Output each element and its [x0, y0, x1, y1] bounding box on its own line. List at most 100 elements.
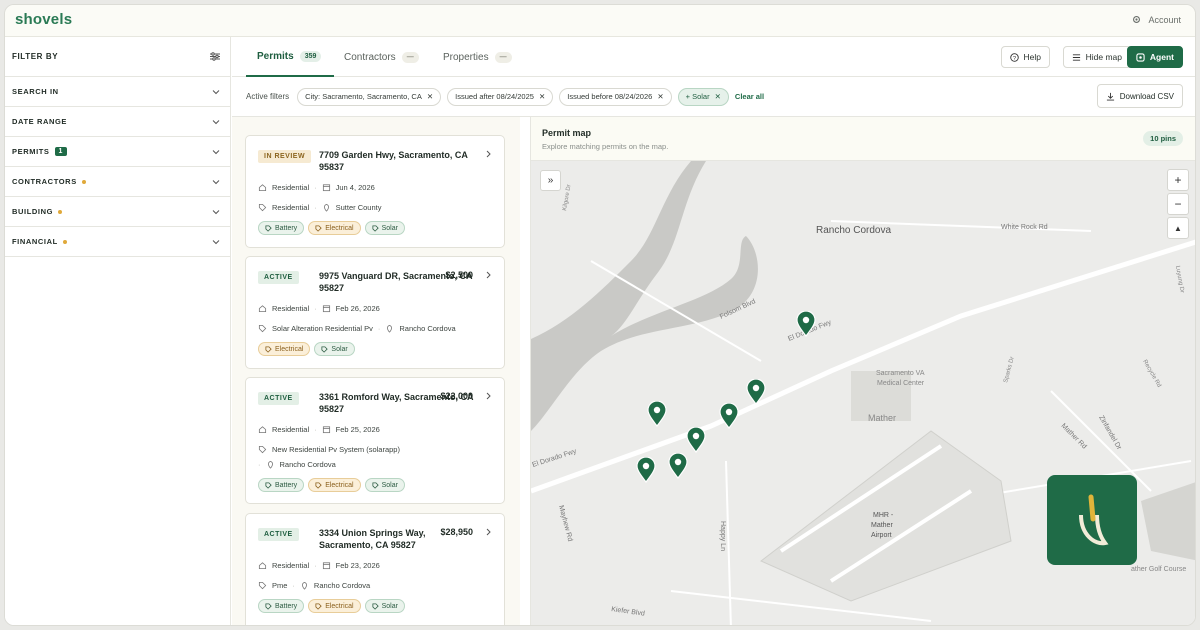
sidebar-item-text: FINANCIAL: [12, 237, 58, 246]
permit-card[interactable]: ACTIVE 9975 Vanguard DR, Sacramento, CA 9…: [245, 256, 505, 369]
map-subtitle: Explore matching permits on the map.: [542, 142, 669, 151]
tab-count: —: [401, 51, 419, 63]
close-icon[interactable]: ✕: [427, 92, 433, 101]
map-pin[interactable]: [647, 400, 667, 428]
account-label: Account: [1148, 14, 1181, 25]
help-button[interactable]: ? Help: [1000, 46, 1050, 68]
map-pin[interactable]: [746, 378, 766, 406]
map-label-mather-rd: Mather Rd: [1060, 422, 1088, 450]
shovels-logo-badge: [1047, 475, 1137, 565]
permit-date: Jun 4, 2026: [335, 183, 375, 192]
separator: ·: [314, 561, 317, 570]
permit-description: New Residential Pv System (solarapp): [272, 445, 400, 454]
map-label-va-2: Medical Center: [877, 380, 925, 387]
tag-electrical[interactable]: Electrical: [258, 342, 311, 356]
chevron-down-icon[interactable]: [212, 148, 220, 156]
sidebar-item-financial[interactable]: FINANCIAL: [5, 227, 230, 257]
chip-label: City: Sacramento, Sacramento, CA: [305, 92, 422, 101]
chevron-down-icon[interactable]: [212, 178, 220, 186]
shovels-logo[interactable]: shovels: [15, 11, 72, 28]
map-label-mayhew: Mayhew Rd: [557, 505, 573, 543]
download-csv-button[interactable]: Download CSV: [1096, 84, 1183, 108]
chevron-right-icon[interactable]: [485, 150, 492, 158]
tag-label: Electrical: [325, 481, 354, 489]
filter-sidebar: FILTER BY SEARCH IN DATE RANGE PERMITS 1 CON…: [5, 37, 231, 625]
tab-label: Contractors: [344, 51, 396, 63]
agent-button[interactable]: Agent: [1126, 46, 1183, 68]
sidebar-item-contractors[interactable]: CONTRACTORS: [5, 167, 230, 197]
map-pin[interactable]: [719, 402, 739, 430]
chevron-right-icon[interactable]: [485, 392, 492, 400]
compass-button[interactable]: ▲: [1167, 217, 1189, 239]
hide-map-button[interactable]: Hide map: [1062, 46, 1131, 68]
chevron-right-icon[interactable]: [485, 528, 492, 536]
location-pin-icon: [301, 581, 307, 590]
app-window: shovels Account FILTER BY SEARCH IN DATE …: [4, 4, 1196, 626]
sidebar-item-date-range[interactable]: DATE RANGE: [5, 107, 230, 137]
tag-icon: [372, 481, 379, 489]
tag-solar[interactable]: Solar: [364, 478, 405, 492]
help-icon: ?: [1009, 52, 1019, 61]
map-pin-icon: [719, 402, 739, 430]
chevron-down-icon[interactable]: [212, 118, 220, 126]
tag-solar[interactable]: Solar: [314, 342, 355, 356]
chevron-right-icon[interactable]: [485, 271, 492, 279]
map-pin[interactable]: [668, 452, 688, 480]
separator: ·: [292, 581, 295, 590]
filter-chip-solar[interactable]: + Solar ✕: [677, 87, 729, 106]
tag-battery[interactable]: Battery: [258, 221, 305, 235]
map-pin[interactable]: [686, 426, 706, 454]
separator: ·: [314, 425, 317, 434]
tag-icon: [265, 602, 272, 610]
tag-solar[interactable]: Solar: [364, 221, 405, 235]
sliders-icon[interactable]: [210, 52, 220, 61]
active-dot: [81, 179, 86, 184]
map-label-happy: Happy Ln: [719, 521, 726, 551]
close-icon[interactable]: ✕: [715, 92, 721, 101]
permit-desc-row: Solar Alteration Residential Pv · Rancho C…: [258, 324, 456, 333]
tab-permits[interactable]: Permits 359: [246, 37, 335, 77]
zoom-in-button[interactable]: +: [1167, 169, 1189, 191]
chevron-down-icon[interactable]: [212, 208, 220, 216]
permit-card[interactable]: IN REVIEW 7709 Garden Hwy, Sacramento, CA…: [245, 135, 505, 248]
tab-contractors[interactable]: Contractors —: [344, 37, 419, 77]
clear-all-link[interactable]: Clear all: [735, 92, 764, 101]
property-type: Residential: [272, 183, 310, 192]
permit-tags: Electrical Solar: [258, 342, 355, 356]
top-bar: shovels Account: [5, 5, 1195, 37]
tag-electrical[interactable]: Electrical: [308, 599, 361, 613]
permit-card[interactable]: ACTIVE 3361 Romford Way, Sacramento, CA 9…: [245, 377, 505, 504]
expand-list-button[interactable]: »: [540, 170, 561, 191]
sidebar-item-permits[interactable]: PERMITS 1: [5, 137, 230, 167]
chevron-down-icon[interactable]: [212, 238, 220, 246]
sidebar-item-search-in[interactable]: SEARCH IN: [5, 77, 230, 107]
tag-solar[interactable]: Solar: [364, 599, 405, 613]
permit-map[interactable]: Rancho Cordova White Rock Rd Folsom Blvd…: [531, 161, 1195, 625]
tag-electrical[interactable]: Electrical: [308, 221, 361, 235]
tab-properties[interactable]: Properties —: [443, 37, 512, 77]
map-pin-icon: [796, 310, 816, 338]
tag-label: Solar: [381, 602, 398, 610]
tag-label: Battery: [275, 602, 298, 610]
filter-chip-issued-after[interactable]: Issued after 08/24/2025 ✕: [447, 87, 554, 106]
map-pin[interactable]: [636, 456, 656, 484]
close-icon[interactable]: ✕: [657, 92, 663, 101]
sidebar-item-label: BUILDING: [12, 207, 63, 216]
permit-price: $22,000: [440, 391, 473, 401]
tag-battery[interactable]: Battery: [258, 478, 305, 492]
account-menu[interactable]: Account: [1131, 14, 1181, 25]
close-icon[interactable]: ✕: [539, 92, 545, 101]
filter-chip-city[interactable]: City: Sacramento, Sacramento, CA ✕: [297, 87, 442, 106]
map-pin[interactable]: [796, 310, 816, 338]
tag-label: Solar: [381, 224, 398, 232]
sidebar-item-building[interactable]: BUILDING: [5, 197, 230, 227]
list-icon: [1072, 53, 1080, 61]
permit-card[interactable]: ACTIVE 3334 Union Springs Way, Sacramento…: [245, 513, 505, 625]
agent-icon: [1136, 52, 1145, 62]
tag-battery[interactable]: Battery: [258, 599, 305, 613]
chevron-down-icon[interactable]: [212, 88, 220, 96]
zoom-out-button[interactable]: −: [1167, 193, 1189, 215]
filter-chip-issued-before[interactable]: Issued before 08/24/2026 ✕: [559, 87, 672, 106]
tag-electrical[interactable]: Electrical: [308, 478, 361, 492]
permit-location: Rancho Cordova: [399, 324, 456, 333]
